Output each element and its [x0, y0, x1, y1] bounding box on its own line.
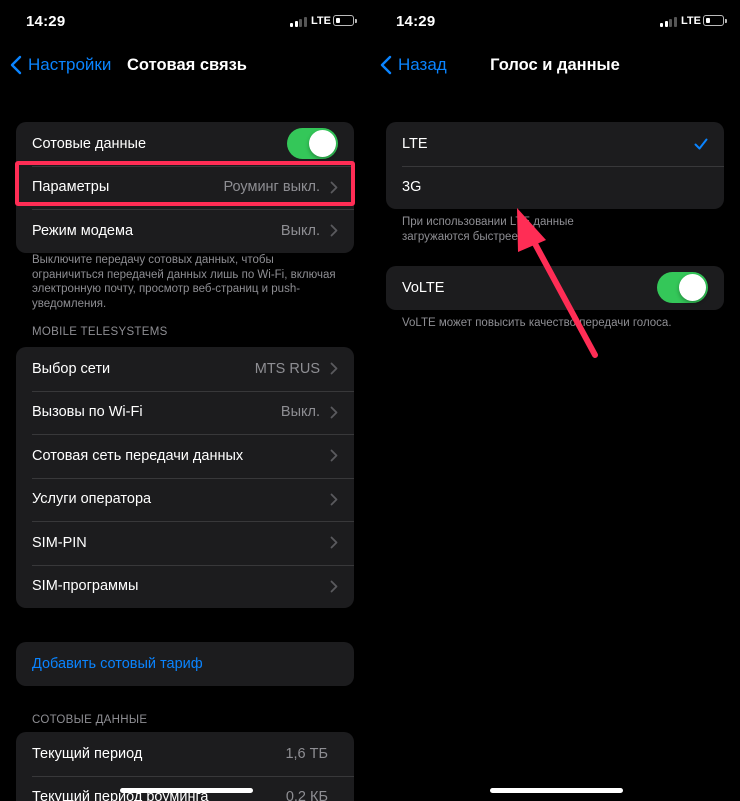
chevron-left-icon [10, 55, 22, 75]
option-lte[interactable]: LTE [386, 122, 724, 166]
battery-icon [333, 15, 357, 26]
signal-icon [660, 17, 677, 27]
cellular-data-footer: Выключите передачу сотовых данных, чтобы… [32, 254, 336, 310]
row-label: Вызовы по Wi-Fi [32, 404, 143, 421]
back-button[interactable]: Настройки [10, 55, 111, 75]
volte-label: VoLTE [402, 279, 445, 296]
row-label: Выбор сети [32, 360, 111, 377]
status-bar: 14:29 LTE [370, 0, 740, 44]
page-title: Сотовая связь [127, 56, 247, 74]
hotspot-label: Режим модема [32, 222, 134, 239]
chevron-right-icon [330, 224, 338, 237]
voice-data-options-group: LTE 3G [386, 122, 724, 209]
row-value: 0,2 КБ [285, 789, 328, 801]
row-label: Сотовая сеть передачи данных [32, 447, 244, 464]
cellular-settings-screen: 14:29 LTE Настройки Сотовая связь Сотовы… [0, 0, 370, 801]
chevron-right-icon [330, 580, 338, 593]
voice-and-data-screen: 14:29 LTE Назад Голос и данные LTE 3G Пр… [370, 0, 740, 801]
page-title: Голос и данные [490, 56, 620, 74]
network-type: LTE [311, 15, 331, 27]
options-label: Параметры [32, 179, 110, 196]
usage-section-header: СОТОВЫЕ ДАННЫЕ [32, 714, 148, 726]
row-label: SIM-PIN [32, 534, 87, 551]
chevron-right-icon [330, 362, 338, 375]
hotspot-value: Выкл. [280, 222, 320, 239]
navigation-bar: Назад Голос и данные [370, 50, 740, 82]
current-period-row: Текущий период 1,6 ТБ [16, 732, 354, 776]
chevron-right-icon [330, 493, 338, 506]
status-bar: 14:29 LTE [0, 0, 370, 44]
cellular-data-group: Сотовые данные Параметры Роуминг выкл. Р… [16, 122, 354, 253]
hotspot-row[interactable]: Режим модема Выкл. [16, 209, 354, 253]
checkmark-icon [694, 138, 708, 150]
options-footer: При использовании LTE данные загружаются… [402, 216, 574, 243]
navigation-bar: Настройки Сотовая связь [0, 50, 370, 82]
carrier-section-header: MOBILE TELESYSTEMS [32, 326, 168, 338]
volte-group: VoLTE [386, 266, 724, 310]
wifi-calling-row[interactable]: Вызовы по Wi-Fi Выкл. [16, 390, 354, 435]
cellular-data-toggle[interactable] [287, 128, 338, 160]
add-cellular-plan-button[interactable]: Добавить сотовый тариф [16, 642, 354, 686]
add-plan-label: Добавить сотовый тариф [32, 655, 203, 672]
status-time: 14:29 [396, 13, 436, 30]
cellular-data-label: Сотовые данные [32, 135, 147, 152]
annotation-arrow [517, 208, 598, 358]
chevron-right-icon [330, 406, 338, 419]
option-label: LTE [402, 135, 428, 152]
back-label: Настройки [28, 55, 112, 74]
home-indicator[interactable] [490, 788, 623, 793]
row-value: MTS RUS [254, 360, 320, 377]
row-label: Текущий период [32, 745, 143, 762]
network-selection-row[interactable]: Выбор сети MTS RUS [16, 347, 354, 391]
row-value: Выкл. [280, 404, 320, 421]
status-time: 14:29 [26, 13, 66, 30]
row-value: 1,6 ТБ [285, 745, 328, 762]
cellular-data-network-row[interactable]: Сотовая сеть передачи данных [16, 434, 354, 478]
home-indicator[interactable] [120, 788, 253, 793]
chevron-right-icon [330, 536, 338, 549]
row-label: SIM-программы [32, 578, 139, 595]
sim-pin-row[interactable]: SIM-PIN [16, 521, 354, 565]
volte-footer: VoLTE может повысить качество передачи г… [402, 317, 672, 329]
signal-icon [290, 17, 307, 27]
volte-row: VoLTE [386, 266, 724, 310]
cellular-data-row: Сотовые данные [16, 122, 354, 166]
network-type: LTE [681, 15, 701, 27]
carrier-services-row[interactable]: Услуги оператора [16, 477, 354, 522]
battery-icon [703, 15, 727, 26]
sim-applications-row[interactable]: SIM-программы [16, 564, 354, 609]
option-label: 3G [402, 179, 422, 196]
option-3g[interactable]: 3G [386, 165, 724, 210]
add-plan-group: Добавить сотовый тариф [16, 642, 354, 686]
options-row[interactable]: Параметры Роуминг выкл. [16, 165, 354, 210]
options-value: Роуминг выкл. [223, 179, 320, 196]
volte-toggle[interactable] [657, 272, 708, 304]
chevron-right-icon [330, 449, 338, 462]
row-label: Услуги оператора [32, 491, 152, 508]
chevron-right-icon [330, 181, 338, 194]
carrier-group: Выбор сети MTS RUS Вызовы по Wi-Fi Выкл.… [16, 347, 354, 608]
